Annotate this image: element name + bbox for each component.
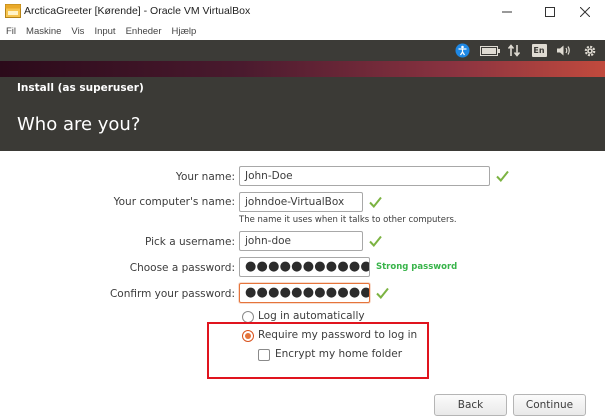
password-label: Choose a password: bbox=[129, 262, 235, 274]
name-field[interactable]: John-Doe bbox=[239, 166, 490, 186]
keyboard-layout-icon[interactable]: En bbox=[531, 42, 547, 59]
minimize-button[interactable] bbox=[487, 0, 527, 23]
confirm-password-label: Confirm your password: bbox=[109, 288, 235, 300]
menu-input[interactable]: Input bbox=[94, 26, 115, 37]
menu-enheder[interactable]: Enheder bbox=[126, 26, 162, 37]
computer-name-valid-check-icon bbox=[369, 196, 382, 208]
continue-button[interactable]: Continue bbox=[513, 394, 586, 416]
header-gradient-strip bbox=[0, 61, 605, 77]
name-label: Your name: bbox=[175, 171, 235, 183]
annotation-highlight-box bbox=[207, 322, 429, 379]
installer-window-title: Install (as superuser) bbox=[17, 82, 144, 94]
username-field[interactable]: john-doe bbox=[239, 231, 363, 251]
minimize-icon bbox=[502, 11, 512, 12]
maximize-icon bbox=[545, 6, 555, 17]
password-strength-label: Strong password bbox=[376, 262, 458, 272]
ubuntu-top-panel: En bbox=[0, 40, 605, 61]
username-label: Pick a username: bbox=[144, 236, 235, 248]
keyboard-layout-label: En bbox=[531, 44, 547, 57]
window-titlebar: ArcticaGreeter [Kørende] - Oracle VM Vir… bbox=[0, 0, 605, 23]
virtualbox-app-icon bbox=[5, 4, 21, 18]
battery-icon[interactable] bbox=[480, 42, 500, 59]
menu-vis[interactable]: Vis bbox=[71, 26, 84, 37]
page-heading: Who are you? bbox=[17, 114, 141, 135]
accessibility-icon[interactable] bbox=[455, 42, 470, 59]
password-dots: ●●●●●●●●●●●● bbox=[245, 259, 370, 274]
settings-gear-icon[interactable] bbox=[583, 42, 597, 59]
computer-name-hint: The name it uses when it talks to other … bbox=[239, 215, 457, 225]
sound-icon[interactable] bbox=[556, 42, 572, 59]
confirm-password-dots: ●●●●●●●●●●●● bbox=[245, 285, 370, 300]
computer-name-label: Your computer's name: bbox=[113, 196, 235, 208]
back-button[interactable]: Back bbox=[434, 394, 507, 416]
close-button[interactable] bbox=[565, 0, 605, 23]
maximize-button[interactable] bbox=[530, 0, 570, 23]
confirm-password-field[interactable]: ●●●●●●●●●●●● bbox=[239, 283, 370, 303]
close-icon bbox=[580, 6, 590, 17]
password-field[interactable]: ●●●●●●●●●●●● bbox=[239, 257, 370, 277]
confirm-password-valid-check-icon bbox=[376, 287, 389, 299]
username-valid-check-icon bbox=[369, 235, 382, 247]
installer-header: Install (as superuser) Who are you? bbox=[0, 61, 605, 151]
menu-maskine[interactable]: Maskine bbox=[26, 26, 61, 37]
menu-fil[interactable]: Fil bbox=[6, 26, 16, 37]
login-automatically-label[interactable]: Log in automatically bbox=[258, 310, 365, 322]
window-title: ArcticaGreeter [Kørende] - Oracle VM Vir… bbox=[24, 5, 251, 17]
name-valid-check-icon bbox=[496, 170, 509, 182]
computer-name-field[interactable]: johndoe-VirtualBox bbox=[239, 192, 363, 212]
vm-menubar: Fil Maskine Vis Input Enheder Hjælp bbox=[0, 23, 605, 40]
menu-hjaelp[interactable]: Hjælp bbox=[172, 26, 197, 37]
network-icon[interactable] bbox=[508, 42, 520, 59]
